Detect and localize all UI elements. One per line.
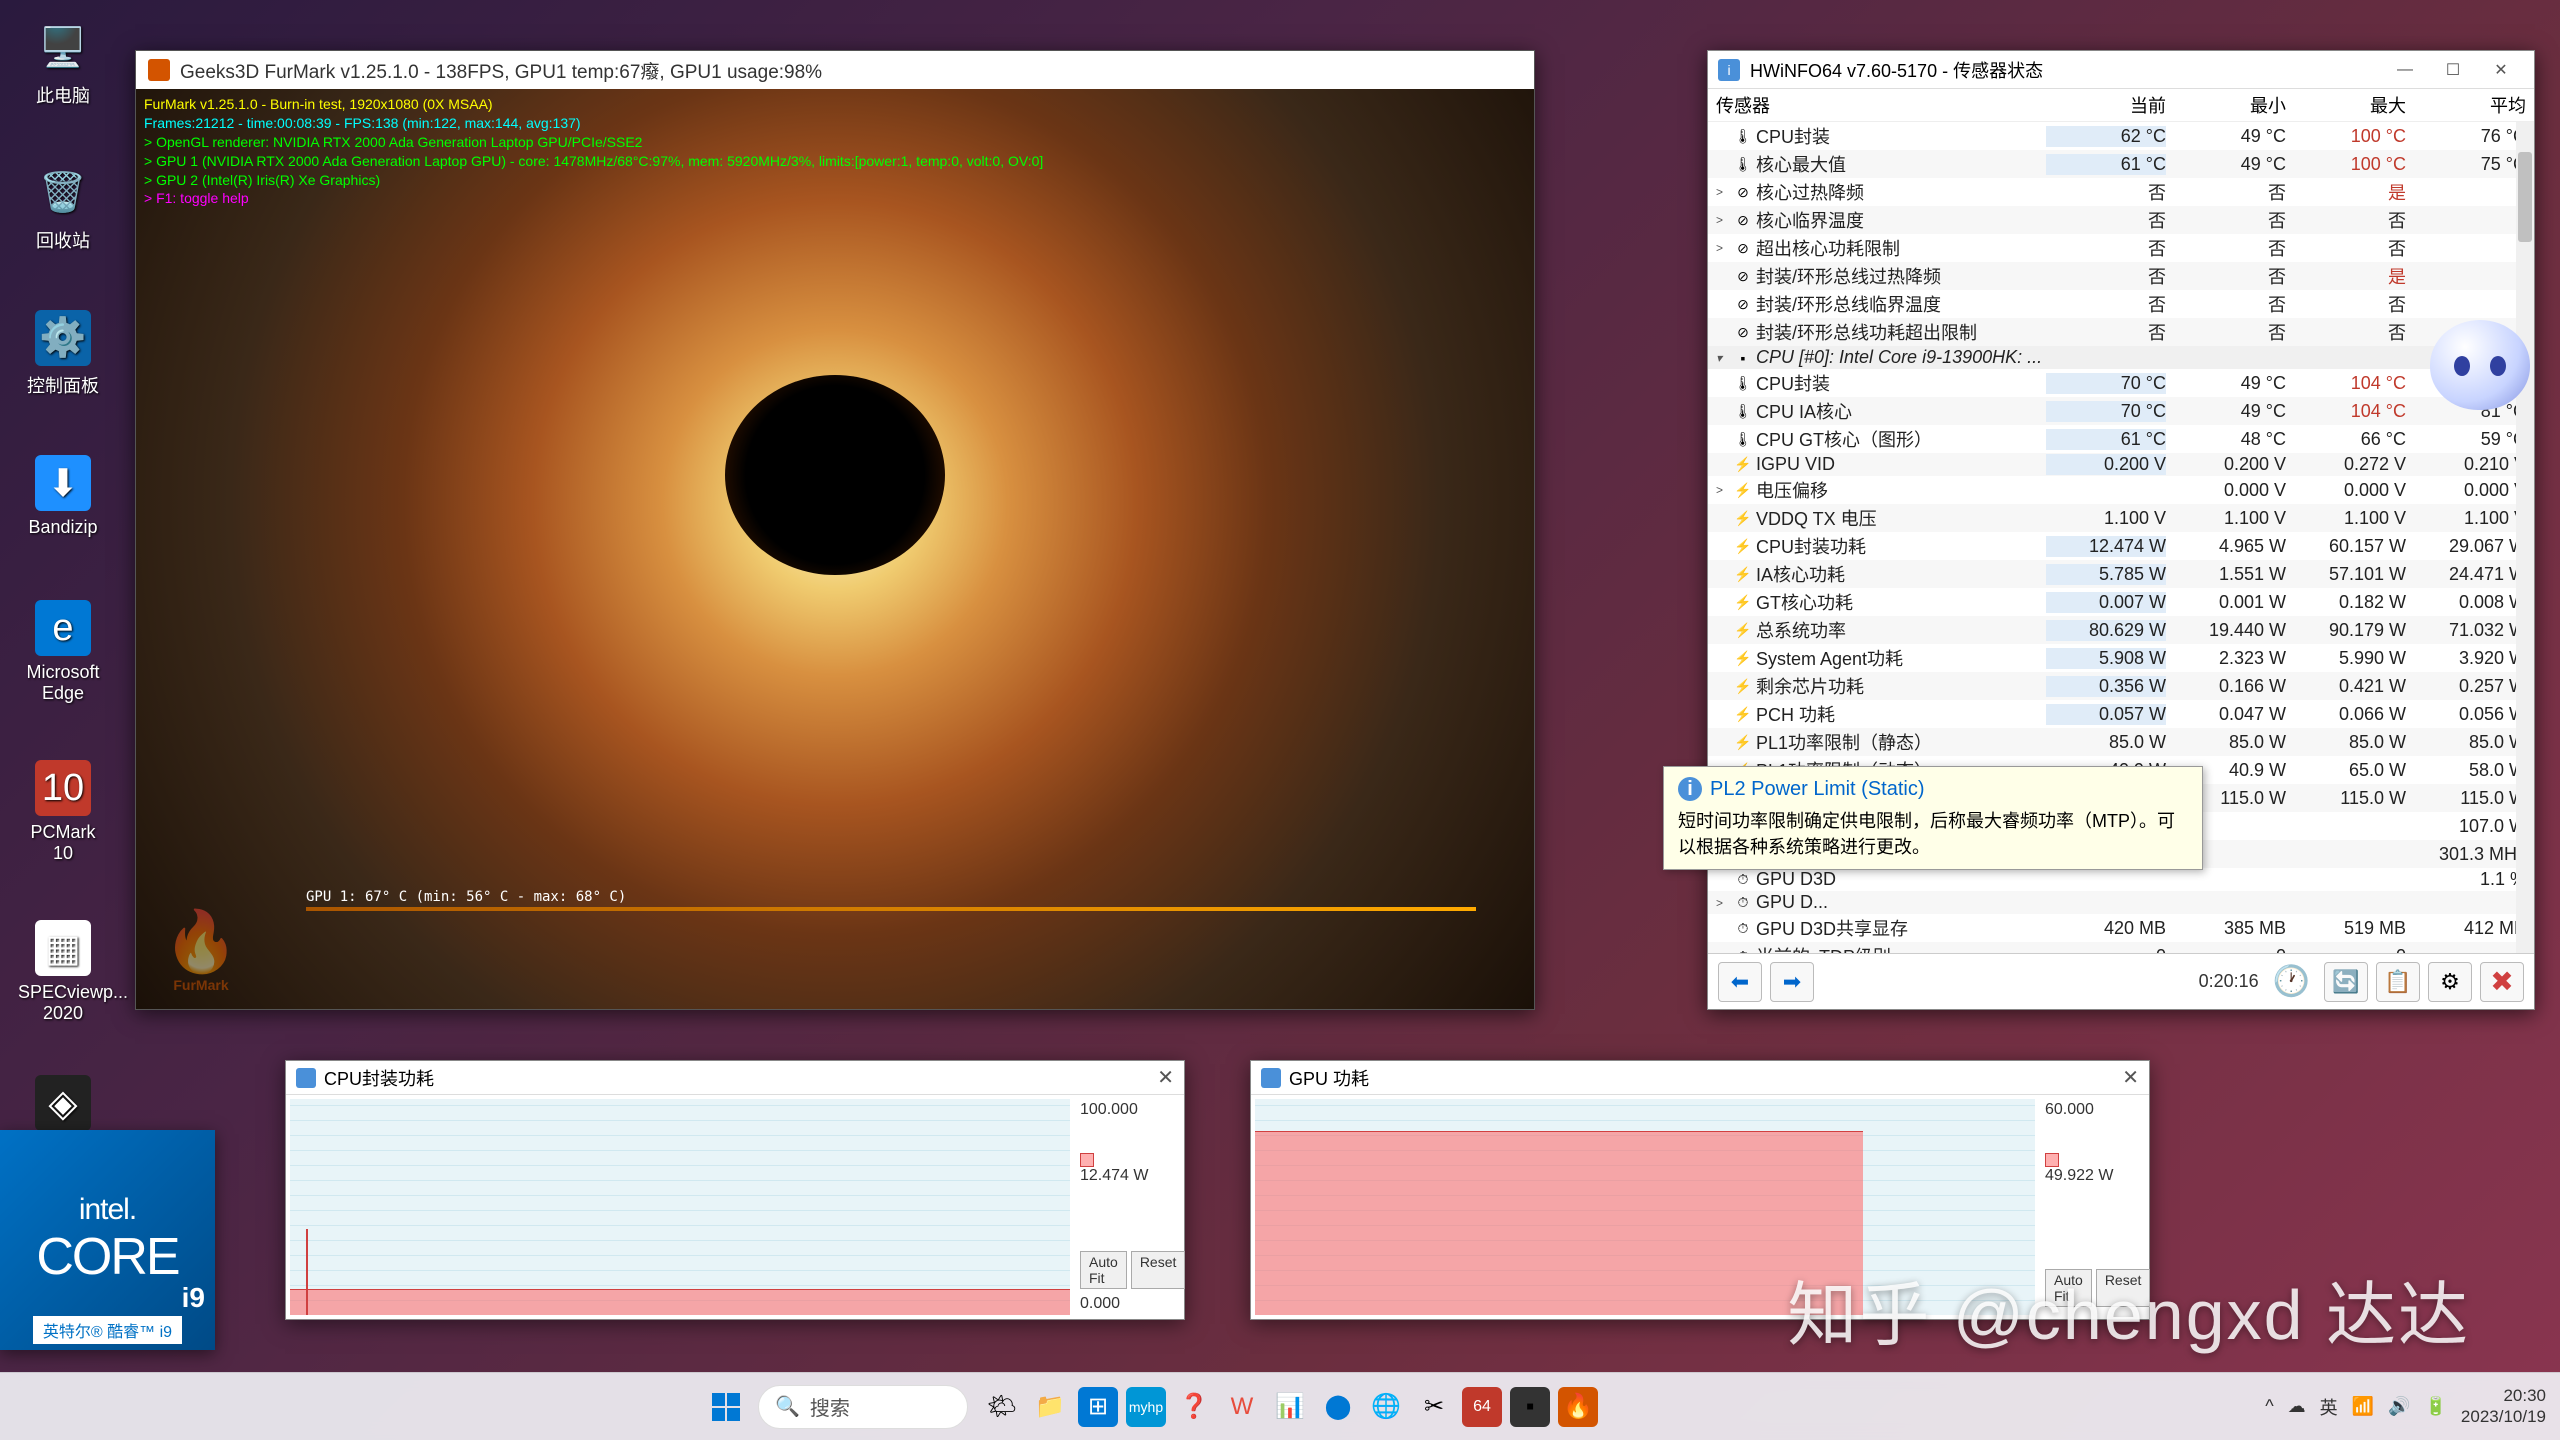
- sensor-row[interactable]: >⚡电压偏移0.000 V0.000 V0.000 V: [1708, 476, 2534, 504]
- volume-icon[interactable]: 🔊: [2388, 1396, 2410, 1417]
- system-tray[interactable]: ^ ☁ 英 📶 🔊 🔋 20:302023/10/19: [2265, 1386, 2546, 1427]
- close-sensors-button[interactable]: ✖: [2480, 962, 2524, 1002]
- refresh-button[interactable]: 🔄: [2324, 962, 2368, 1002]
- sensor-row[interactable]: ⚡总系统功率80.629 W19.440 W90.179 W71.032 W: [1708, 616, 2534, 644]
- hwinfo-titlebar[interactable]: i HWiNFO64 v7.60-5170 - 传感器状态 — ☐ ✕: [1708, 51, 2534, 89]
- app-icon[interactable]: ▪: [1510, 1387, 1550, 1427]
- log-button[interactable]: 📋: [2376, 962, 2420, 1002]
- furmark-window: Geeks3D FurMark v1.25.1.0 - 138FPS, GPU1…: [135, 50, 1535, 1010]
- sensor-row[interactable]: ⊘封装/环形总线功耗超出限制否否否: [1708, 318, 2534, 346]
- sensor-row[interactable]: ▾▪CPU [#0]: Intel Core i9-13900HK: ...: [1708, 346, 2534, 369]
- clock-icon: 🕐: [2273, 964, 2310, 999]
- reset-button[interactable]: Reset: [1131, 1251, 1186, 1289]
- sensor-row[interactable]: >⏱GPU D...: [1708, 891, 2534, 914]
- furmark-render-area: FurMark v1.25.1.0 - Burn-in test, 1920x1…: [136, 89, 1534, 1009]
- hwinfo-icon: i: [1718, 59, 1740, 81]
- sensor-row[interactable]: >⊘超出核心功耗限制否否否: [1708, 234, 2534, 262]
- maximize-button[interactable]: ☐: [2430, 55, 2476, 85]
- tray-chevron-icon[interactable]: ^: [2265, 1396, 2273, 1417]
- sensor-row[interactable]: ⏱当前的cTDP级别0000: [1708, 942, 2534, 953]
- sensor-row[interactable]: ⚡PL1功率限制（静态）85.0 W85.0 W85.0 W85.0 W: [1708, 728, 2534, 756]
- graph-icon: [296, 1068, 316, 1088]
- sensor-row[interactable]: ⚡System Agent功耗5.908 W2.323 W5.990 W3.92…: [1708, 644, 2534, 672]
- taskbar-clock[interactable]: 20:302023/10/19: [2461, 1386, 2546, 1427]
- wifi-icon[interactable]: 📶: [2352, 1396, 2374, 1417]
- furmark-title-text: Geeks3D FurMark v1.25.1.0 - 138FPS, GPU1…: [180, 57, 822, 84]
- edge-icon[interactable]: 🌐: [1366, 1387, 1406, 1427]
- battery-icon[interactable]: 🔋: [2424, 1396, 2446, 1417]
- sensor-row[interactable]: ⚡PCH 功耗0.057 W0.047 W0.066 W0.056 W: [1708, 700, 2534, 728]
- sensor-row[interactable]: >⊘核心过热降频否否是: [1708, 178, 2534, 206]
- desktop-icon[interactable]: 🖥️此电脑: [18, 20, 108, 108]
- furmark-titlebar[interactable]: Geeks3D FurMark v1.25.1.0 - 138FPS, GPU1…: [136, 51, 1534, 89]
- app-icon[interactable]: ✂: [1414, 1387, 1454, 1427]
- expand-button[interactable]: ➡: [1770, 962, 1814, 1002]
- sensor-row[interactable]: ⚡IGPU VID0.200 V0.200 V0.272 V0.210 V: [1708, 453, 2534, 476]
- desktop-icon[interactable]: 🗑️回收站: [18, 165, 108, 253]
- scrollbar[interactable]: [2516, 122, 2534, 953]
- close-icon[interactable]: ✕: [1157, 1065, 1174, 1090]
- elapsed-time: 0:20:16: [2199, 971, 2259, 992]
- graph-icon: [1261, 1068, 1281, 1088]
- watermark: 知乎 @chengxd 达达: [1787, 1259, 2470, 1360]
- gpu-temp-graph: GPU 1: 67° C (min: 56° C - max: 68° C): [306, 889, 1476, 929]
- hp-icon[interactable]: myhp: [1126, 1387, 1166, 1427]
- app-icon[interactable]: ⬤: [1318, 1387, 1358, 1427]
- aida64-icon[interactable]: 64: [1462, 1387, 1502, 1427]
- desktop-icon[interactable]: ⚙️控制面板: [18, 310, 108, 398]
- info-icon: i: [1678, 777, 1702, 801]
- autofit-button[interactable]: Auto Fit: [1080, 1251, 1127, 1289]
- settings-button[interactable]: ⚙: [2428, 962, 2472, 1002]
- furmark-overlay: FurMark v1.25.1.0 - Burn-in test, 1920x1…: [144, 95, 1043, 208]
- furmark-logo: 🔥FurMark: [146, 899, 256, 999]
- taskbar-search[interactable]: 🔍搜索: [758, 1385, 968, 1429]
- sensor-row[interactable]: >⊘核心临界温度否否否: [1708, 206, 2534, 234]
- sensor-row[interactable]: ⏱GPU D3D1.1 %: [1708, 868, 2534, 891]
- sensor-tooltip: iPL2 Power Limit (Static) 短时间功率限制确定供电限制，…: [1663, 766, 2203, 870]
- search-icon: 🔍: [775, 1394, 800, 1419]
- start-button[interactable]: [704, 1385, 748, 1429]
- app-icon[interactable]: 📊: [1270, 1387, 1310, 1427]
- close-button[interactable]: ✕: [2478, 55, 2524, 85]
- desktop-icon[interactable]: ▦SPECviewp...2020: [18, 920, 108, 1024]
- sensor-row[interactable]: ⚡剩余芯片功耗0.356 W0.166 W0.421 W0.257 W: [1708, 672, 2534, 700]
- app-icon[interactable]: 🌤: [982, 1387, 1022, 1427]
- minimize-button[interactable]: —: [2382, 55, 2428, 85]
- sensor-row[interactable]: ⊘封装/环形总线过热降频否否是: [1708, 262, 2534, 290]
- hwinfo-title-text: HWiNFO64 v7.60-5170 - 传感器状态: [1750, 57, 2043, 83]
- sensor-row[interactable]: 🌡CPU IA核心70 °C49 °C104 °C81 °C: [1708, 397, 2534, 425]
- sensor-row[interactable]: 🌡CPU GT核心（图形）61 °C48 °C66 °C59 °C: [1708, 425, 2534, 453]
- sensor-row[interactable]: ⚡VDDQ TX 电压1.100 V1.100 V1.100 V1.100 V: [1708, 504, 2534, 532]
- sensor-row[interactable]: ⊘封装/环形总线临界温度否否否: [1708, 290, 2534, 318]
- hwinfo-column-headers: 传感器 当前 最小 最大 平均: [1708, 89, 2534, 122]
- sensor-row[interactable]: ⏱GPU D3D共享显存420 MB385 MB519 MB412 MB: [1708, 914, 2534, 942]
- intel-core-i9-badge: intel. CORE i9 英特尔® 酷睿™ i9: [0, 1130, 215, 1350]
- furmark-taskbar-icon[interactable]: 🔥: [1558, 1387, 1598, 1427]
- wps-icon[interactable]: W: [1222, 1387, 1262, 1427]
- onedrive-icon[interactable]: ☁: [2288, 1396, 2306, 1417]
- collapse-button[interactable]: ⬅: [1718, 962, 1762, 1002]
- close-icon[interactable]: ✕: [2122, 1065, 2139, 1090]
- desktop-icon[interactable]: eMicrosoft Edge: [18, 600, 108, 704]
- furmark-donut: [725, 375, 945, 575]
- sensor-row[interactable]: ⚡GT核心功耗0.007 W0.001 W0.182 W0.008 W: [1708, 588, 2534, 616]
- taskbar-pinned-apps: 🌤 📁 ⊞ myhp ❓ W 📊 ⬤ 🌐 ✂ 64 ▪ 🔥: [982, 1387, 1598, 1427]
- furmark-icon: [148, 59, 170, 81]
- app-icon[interactable]: ❓: [1174, 1387, 1214, 1427]
- assistant-bubble[interactable]: [2420, 320, 2540, 440]
- desktop-icon[interactable]: 10PCMark 10: [18, 760, 108, 864]
- sensor-row[interactable]: 🌡CPU封装62 °C49 °C100 °C76 °C: [1708, 122, 2534, 150]
- taskbar: 🔍搜索 🌤 📁 ⊞ myhp ❓ W 📊 ⬤ 🌐 ✂ 64 ▪ 🔥 ^ ☁ 英 …: [0, 1372, 2560, 1440]
- sensor-row[interactable]: 🌡核心最大值61 °C49 °C100 °C75 °C: [1708, 150, 2534, 178]
- ime-indicator[interactable]: 英: [2320, 1394, 2338, 1420]
- cpu-power-plot: [290, 1099, 1070, 1315]
- sensor-row[interactable]: ⚡CPU封装功耗12.474 W4.965 W60.157 W29.067 W: [1708, 532, 2534, 560]
- sensor-row[interactable]: ⚡IA核心功耗5.785 W1.551 W57.101 W24.471 W: [1708, 560, 2534, 588]
- store-icon[interactable]: ⊞: [1078, 1387, 1118, 1427]
- hwinfo-toolbar: ⬅ ➡ 0:20:16 🕐 🔄 📋 ⚙ ✖: [1708, 953, 2534, 1009]
- cpu-power-graph-window[interactable]: CPU封装功耗✕ 100.000 12.474 W Auto FitReset …: [285, 1060, 1185, 1320]
- desktop-icon[interactable]: ⬇Bandizip: [18, 455, 108, 538]
- sensor-row[interactable]: 🌡CPU封装70 °C49 °C104 °C81 °C: [1708, 369, 2534, 397]
- explorer-icon[interactable]: 📁: [1030, 1387, 1070, 1427]
